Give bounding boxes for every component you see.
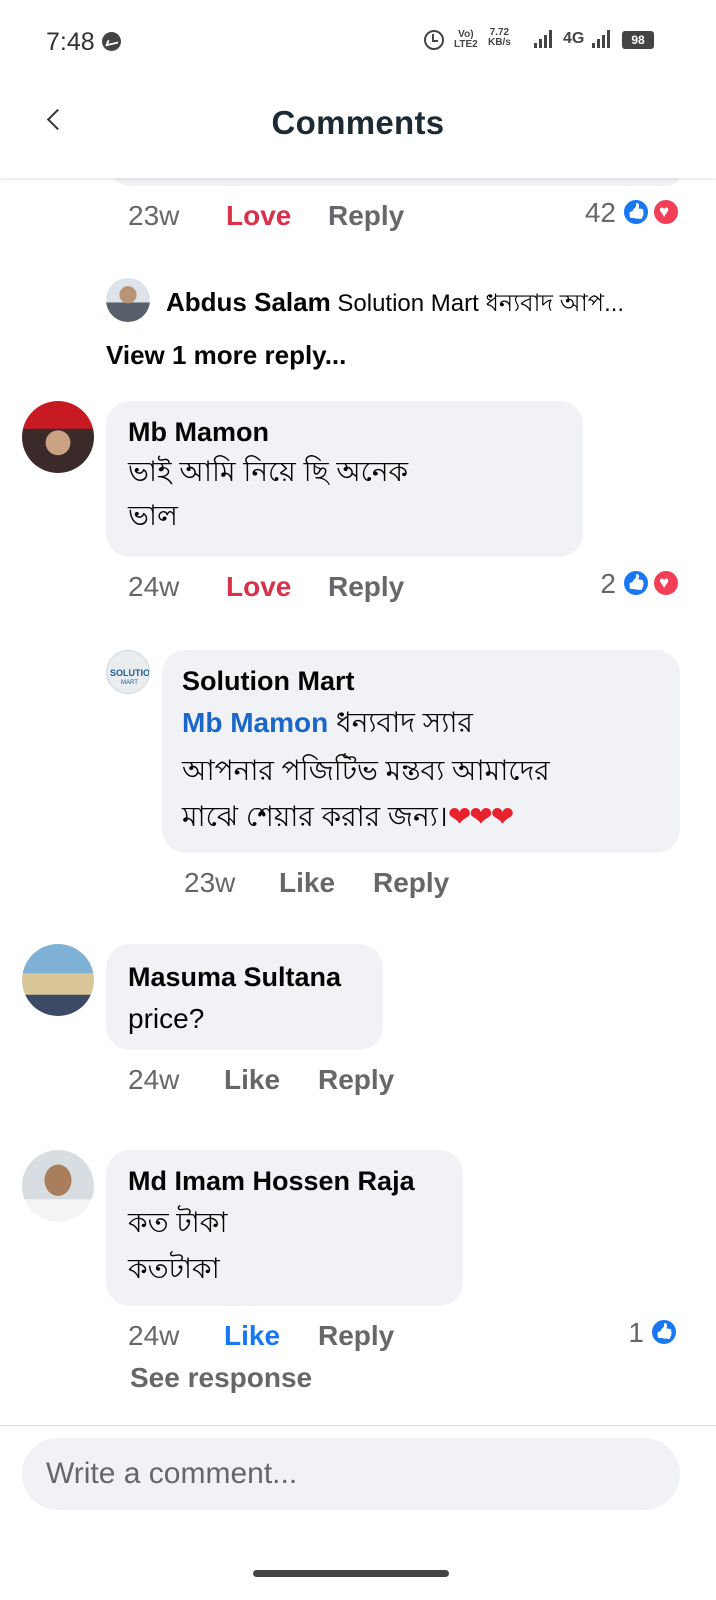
reply-author: Abdus Salam: [166, 287, 331, 317]
header: Comments: [0, 82, 716, 178]
reply-button[interactable]: Reply: [328, 200, 404, 232]
comment-bubble: Md Imam Hossen Raja কত টাকা কতটাকা: [106, 1150, 463, 1306]
page-title: Comments: [271, 104, 445, 141]
comment-time: 24w: [128, 1064, 180, 1095]
comment-author[interactable]: Md Imam Hossen Raja: [128, 1166, 415, 1197]
comment-text-line: Mb Mamon ধন্যবাদ স্যার: [182, 707, 473, 738]
divider: [0, 1425, 716, 1426]
reply-button[interactable]: Reply: [328, 571, 404, 603]
avatar[interactable]: [22, 944, 94, 1016]
avatar[interactable]: SOLUTION MART: [106, 650, 150, 694]
comment-author[interactable]: Solution Mart: [182, 666, 354, 697]
network-speed: 7.72 KB/s: [488, 27, 511, 48]
comment-composer: [22, 1438, 680, 1510]
solution-mart-logo: SOLUTION MART: [110, 668, 150, 686]
status-time: 7:48: [46, 28, 95, 56]
like-button[interactable]: Like: [224, 1064, 280, 1096]
avatar[interactable]: [106, 278, 150, 322]
signal-icon: [534, 30, 552, 48]
reply-text: Solution Mart ধন্যবাদ আপ...: [337, 290, 625, 317]
svg-text:MART: MART: [121, 680, 138, 686]
reply-button[interactable]: Reply: [373, 867, 449, 899]
love-reaction-icon: [652, 198, 680, 226]
avatar[interactable]: [22, 1150, 94, 1222]
comment-time: 24w: [128, 571, 180, 602]
comment-time: 23w: [184, 867, 236, 898]
alarm-icon: [424, 30, 444, 50]
reaction-count[interactable]: 2: [580, 568, 616, 600]
reply-button[interactable]: Reply: [318, 1064, 394, 1096]
comment-text-line: ভাই আমি নিয়ে ছি অনেক: [128, 456, 409, 487]
view-more-replies-link[interactable]: View 1 more reply...: [106, 340, 346, 371]
comment-text-line: price?: [128, 1003, 205, 1034]
svg-text:SOLUTION: SOLUTION: [110, 668, 150, 678]
heart-emoji: ❤❤❤: [447, 801, 514, 832]
like-button[interactable]: Like: [224, 1320, 280, 1352]
comment-bubble: Mb Mamon ভাই আমি নিয়ে ছি অনেক ভাল: [106, 401, 583, 557]
comment-text-line: কত টাকা: [128, 1207, 228, 1238]
love-reaction-icon: [652, 569, 680, 597]
comment-text-line: মাঝে শেয়ার করার জন্য।❤❤❤: [182, 801, 514, 832]
comment-author[interactable]: Masuma Sultana: [128, 962, 341, 993]
comment-bubble: Masuma Sultana price?: [106, 944, 383, 1050]
reply-button[interactable]: Reply: [318, 1320, 394, 1352]
home-indicator[interactable]: [253, 1570, 449, 1577]
see-response-link[interactable]: See response: [130, 1362, 312, 1394]
reaction-count[interactable]: 42: [560, 197, 616, 229]
status-bar: 7:48 Vo) LTE2 7.72 KB/s 4G 98: [0, 0, 716, 82]
messenger-icon: [102, 32, 121, 51]
comment-text-line: আপনার পজিটিভ মন্তব্য আমাদের: [182, 755, 550, 786]
avatar[interactable]: [22, 401, 94, 473]
comment-bubble: Solution Mart Mb Mamon ধন্যবাদ স্যার আপন…: [162, 650, 680, 853]
reaction-count[interactable]: 1: [608, 1317, 644, 1349]
comment-input[interactable]: [46, 1438, 656, 1510]
like-button[interactable]: Like: [279, 867, 335, 899]
battery-icon: 98: [622, 31, 654, 49]
love-button[interactable]: Love: [226, 200, 291, 232]
comment-author[interactable]: Mb Mamon: [128, 417, 269, 448]
network-type: 4G: [563, 30, 585, 47]
love-button[interactable]: Love: [226, 571, 291, 603]
comment-text-line: কতটাকা: [128, 1253, 220, 1284]
comment-time: 23w: [128, 200, 180, 231]
comment-time: 24w: [128, 1320, 180, 1351]
comment-text-line: ভাল: [128, 500, 178, 531]
like-reaction-icon: [622, 569, 650, 597]
like-reaction-icon: [622, 198, 650, 226]
signal-icon-2: [592, 30, 610, 48]
like-reaction-icon: [650, 1318, 678, 1346]
reply-preview[interactable]: Abdus Salam Solution Mart ধন্যবাদ আপ...: [166, 285, 624, 325]
volte-indicator: Vo) LTE2: [454, 29, 478, 50]
mention-link[interactable]: Mb Mamon: [182, 707, 328, 738]
